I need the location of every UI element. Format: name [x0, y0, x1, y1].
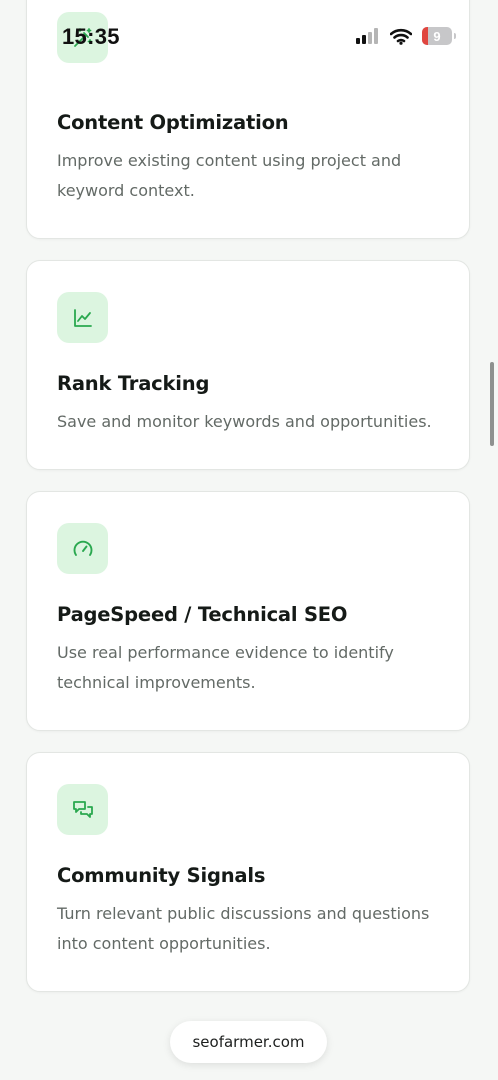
feature-description: Save and monitor keywords and opportunit… [57, 412, 432, 431]
gauge-icon [57, 523, 108, 574]
feature-title: Rank Tracking [57, 372, 210, 395]
line-chart-icon [57, 292, 108, 343]
chat-bubbles-icon [57, 784, 108, 835]
feature-title: PageSpeed / Technical SEO [57, 603, 348, 626]
feature-title: Community Signals [57, 864, 266, 887]
feature-description: Use real performance evidence to identif… [57, 643, 394, 692]
magic-wand-icon [57, 12, 108, 63]
feature-card-rank-tracking: Rank Tracking Save and monitor keywords … [26, 260, 470, 470]
feature-description: Improve existing content using project a… [57, 151, 402, 200]
feature-title: Content Optimization [57, 111, 289, 134]
feature-card-content-optimization: Content Optimization Improve existing co… [26, 0, 470, 239]
browser-url: seofarmer.com [192, 1033, 305, 1051]
feature-description: Turn relevant public discussions and que… [57, 904, 430, 953]
feature-card-pagespeed: PageSpeed / Technical SEO Use real perfo… [26, 491, 470, 731]
browser-address-pill[interactable]: seofarmer.com [170, 1021, 327, 1063]
feature-card-community-signals: Community Signals Turn relevant public d… [26, 752, 470, 992]
scrollbar[interactable] [490, 362, 494, 446]
